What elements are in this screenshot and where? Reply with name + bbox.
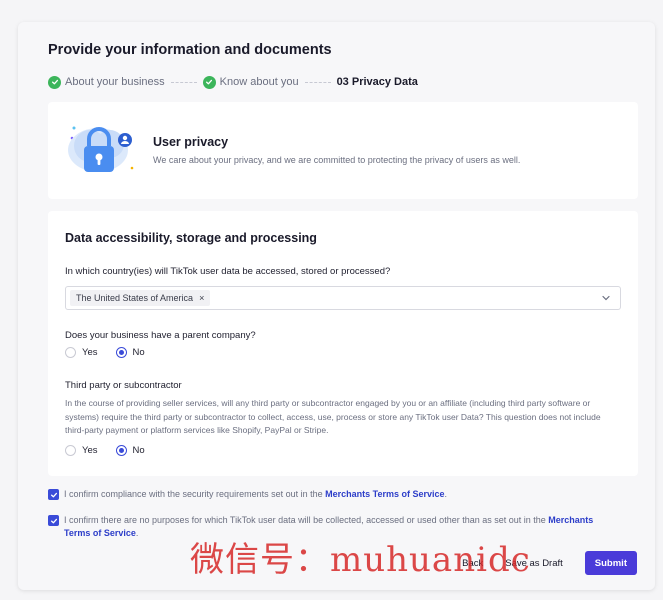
- option-label: No: [132, 445, 145, 456]
- stepper: About your business Know about you 03 Pr…: [48, 74, 418, 90]
- parent-company-no-option[interactable]: No: [115, 347, 145, 358]
- radio-yes[interactable]: [65, 445, 76, 456]
- third-party-yes-option[interactable]: Yes: [65, 445, 98, 456]
- footer-actions: Back Save as Draft Submit: [462, 551, 637, 575]
- step-divider: [304, 81, 331, 83]
- remove-tag-icon[interactable]: ×: [199, 293, 204, 303]
- radio-yes[interactable]: [65, 347, 76, 358]
- country-select[interactable]: The United States of America ×: [65, 286, 621, 310]
- third-party-question-description: In the course of providing seller servic…: [65, 398, 601, 435]
- data-purpose-confirmation: I confirm there are no purposes for whic…: [48, 514, 618, 540]
- parent-company-radio-group: Yes No: [65, 347, 163, 358]
- radio-no[interactable]: [115, 347, 127, 358]
- page-title: Provide your information and documents: [48, 42, 332, 58]
- step-privacy-data: 03 Privacy Data: [337, 76, 418, 88]
- selected-country-tag: The United States of America ×: [70, 290, 211, 306]
- confirmation-text: I confirm compliance with the security r…: [64, 489, 326, 499]
- chevron-down-icon: [602, 295, 610, 301]
- user-privacy-panel: User privacy We care about your privacy,…: [48, 102, 638, 199]
- parent-company-yes-option[interactable]: Yes: [65, 347, 98, 358]
- option-label: No: [132, 347, 145, 358]
- submit-button[interactable]: Submit: [584, 551, 637, 575]
- privacy-description: We care about your privacy, and we are c…: [153, 155, 521, 165]
- privacy-title: User privacy: [153, 135, 229, 149]
- check-circle-icon: [48, 75, 61, 89]
- data-accessibility-panel: Data accessibility, storage and processi…: [48, 211, 638, 476]
- merchants-terms-link[interactable]: Merchants Terms of Service: [325, 489, 444, 499]
- confirmation-suffix: .: [135, 528, 139, 538]
- country-question-label: In which country(ies) will TikTok user d…: [65, 266, 391, 277]
- step-label: Know about you: [219, 76, 299, 88]
- third-party-radio-group: Yes No: [65, 445, 163, 456]
- confirmation-text: I confirm there are no purposes for whic…: [64, 515, 549, 525]
- security-compliance-checkbox[interactable]: [48, 489, 59, 500]
- confirmation-suffix: .: [444, 489, 448, 499]
- step-know-about-you[interactable]: Know about you: [202, 75, 299, 89]
- step-label: 03 Privacy Data: [336, 76, 418, 88]
- section-title: Data accessibility, storage and processi…: [65, 231, 317, 245]
- tag-label: The United States of America: [76, 293, 194, 303]
- data-purpose-checkbox[interactable]: [48, 515, 59, 526]
- back-button[interactable]: Back: [462, 558, 483, 569]
- save-draft-button[interactable]: Save as Draft: [505, 558, 563, 569]
- third-party-no-option[interactable]: No: [115, 445, 145, 456]
- step-divider: [170, 81, 197, 83]
- step-about-business[interactable]: About your business: [48, 75, 165, 89]
- option-label: Yes: [82, 347, 98, 358]
- lock-icon: [62, 116, 140, 180]
- step-label: About your business: [65, 76, 165, 88]
- check-circle-icon: [202, 75, 216, 89]
- security-compliance-confirmation: I confirm compliance with the security r…: [48, 488, 447, 501]
- radio-no[interactable]: [115, 445, 127, 456]
- option-label: Yes: [82, 445, 98, 456]
- parent-company-question-label: Does your business have a parent company…: [65, 330, 256, 341]
- third-party-question-title: Third party or subcontractor: [65, 380, 182, 391]
